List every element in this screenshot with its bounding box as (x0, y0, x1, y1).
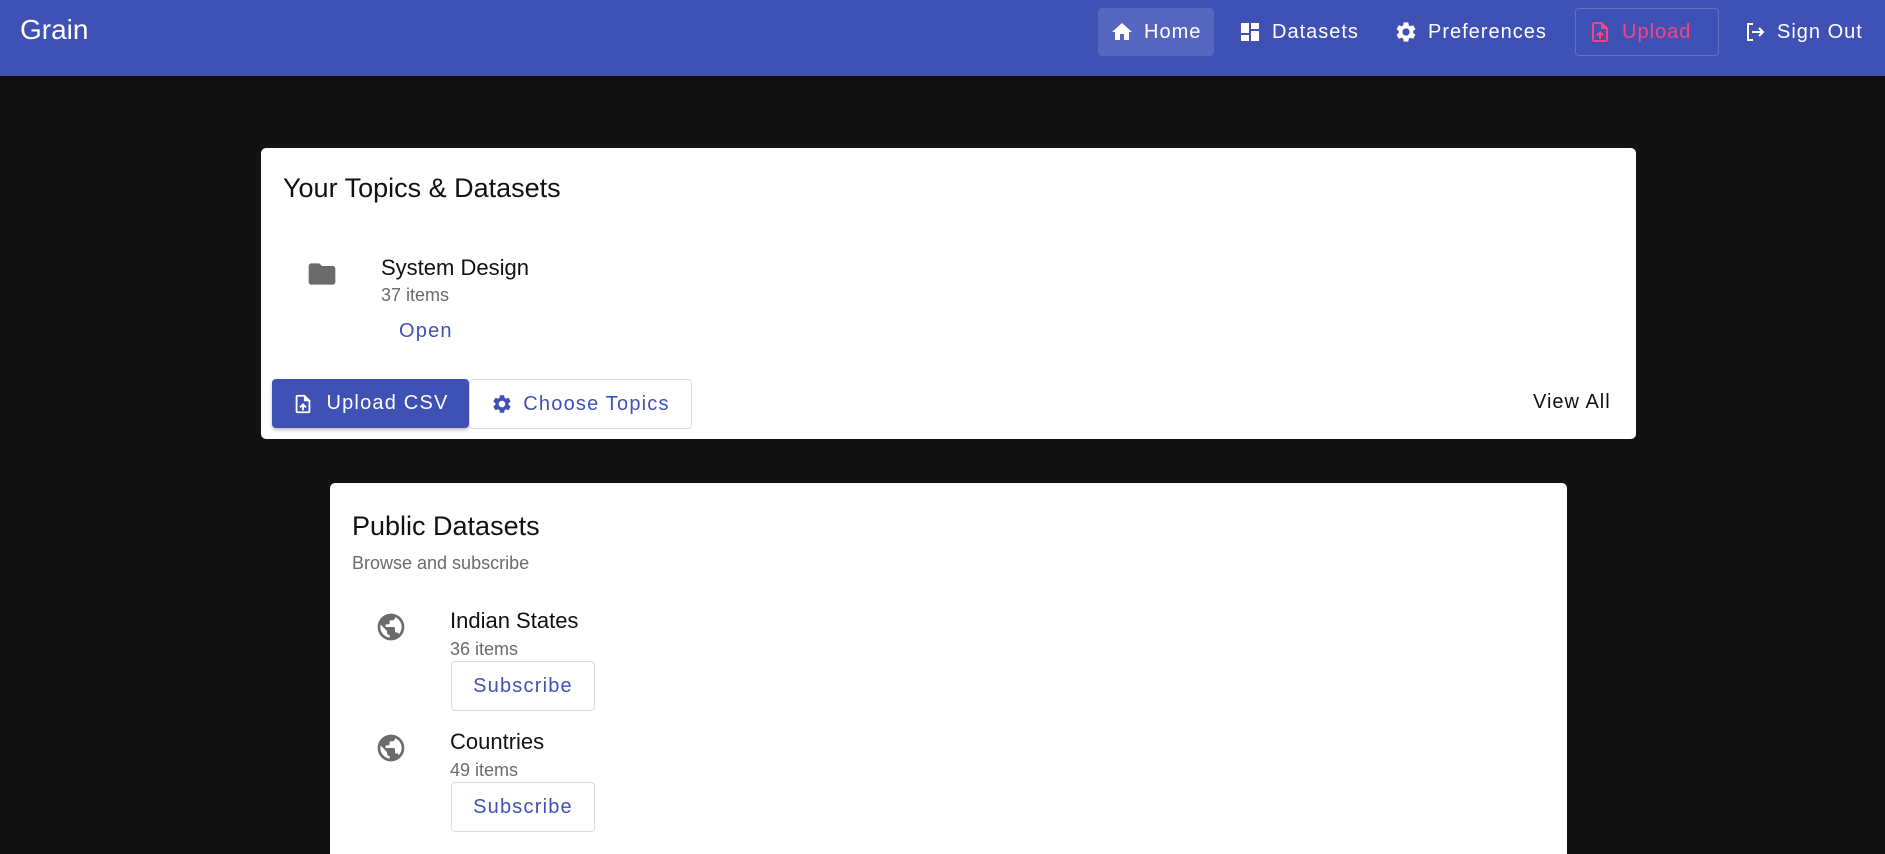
topics-card-title: Your Topics & Datasets (283, 173, 561, 203)
subscribe-button[interactable]: Subscribe (451, 661, 595, 711)
public-card-title: Public Datasets (352, 511, 540, 541)
gear-icon (1396, 22, 1416, 42)
nav-upload-label: Upload (1622, 20, 1692, 43)
nav-sign-out[interactable]: Sign Out (1731, 8, 1875, 56)
globe-icon (377, 734, 405, 762)
dataset-name: Indian States (450, 608, 579, 633)
topics-card: Your Topics & Datasets System Design 37 … (261, 148, 1636, 439)
dataset-count: 49 items (450, 760, 519, 780)
choose-topics-label: Choose Topics (523, 392, 670, 415)
globe-icon (377, 613, 405, 641)
choose-topics-button[interactable]: Choose Topics (469, 379, 692, 429)
dashboard-icon (1241, 23, 1259, 41)
nav-datasets-label: Datasets (1272, 20, 1359, 43)
app-title[interactable]: Grain (20, 14, 88, 46)
app-bar: Grain Home Datasets Preferences Upload S… (0, 0, 1885, 76)
nav-preferences[interactable]: Preferences (1382, 8, 1559, 56)
nav-upload[interactable]: Upload (1575, 8, 1719, 56)
nav-sign-out-label: Sign Out (1777, 20, 1863, 43)
public-datasets-card: Public Datasets Browse and subscribe Ind… (330, 483, 1567, 854)
nav-home-label: Home (1144, 20, 1202, 43)
dataset-count: 36 items (450, 639, 519, 659)
topic-count: 37 items (381, 285, 450, 305)
logout-icon (1747, 23, 1765, 41)
nav-home[interactable]: Home (1098, 8, 1214, 56)
nav-datasets[interactable]: Datasets (1226, 8, 1371, 56)
nav-preferences-label: Preferences (1428, 20, 1547, 43)
folder-icon (308, 263, 336, 285)
upload-csv-button[interactable]: Upload CSV (272, 379, 469, 428)
upload-file-icon (296, 394, 311, 413)
open-button[interactable]: Open (399, 320, 453, 343)
upload-csv-label: Upload CSV (326, 392, 449, 414)
dataset-name: Countries (450, 729, 545, 754)
gear-icon (493, 395, 511, 413)
upload-file-icon (1592, 22, 1608, 42)
view-all-button[interactable]: View All (1533, 391, 1611, 414)
topic-name: System Design (381, 255, 529, 280)
subscribe-button[interactable]: Subscribe (451, 782, 595, 832)
home-icon (1112, 23, 1132, 40)
public-card-subtitle: Browse and subscribe (352, 553, 530, 573)
